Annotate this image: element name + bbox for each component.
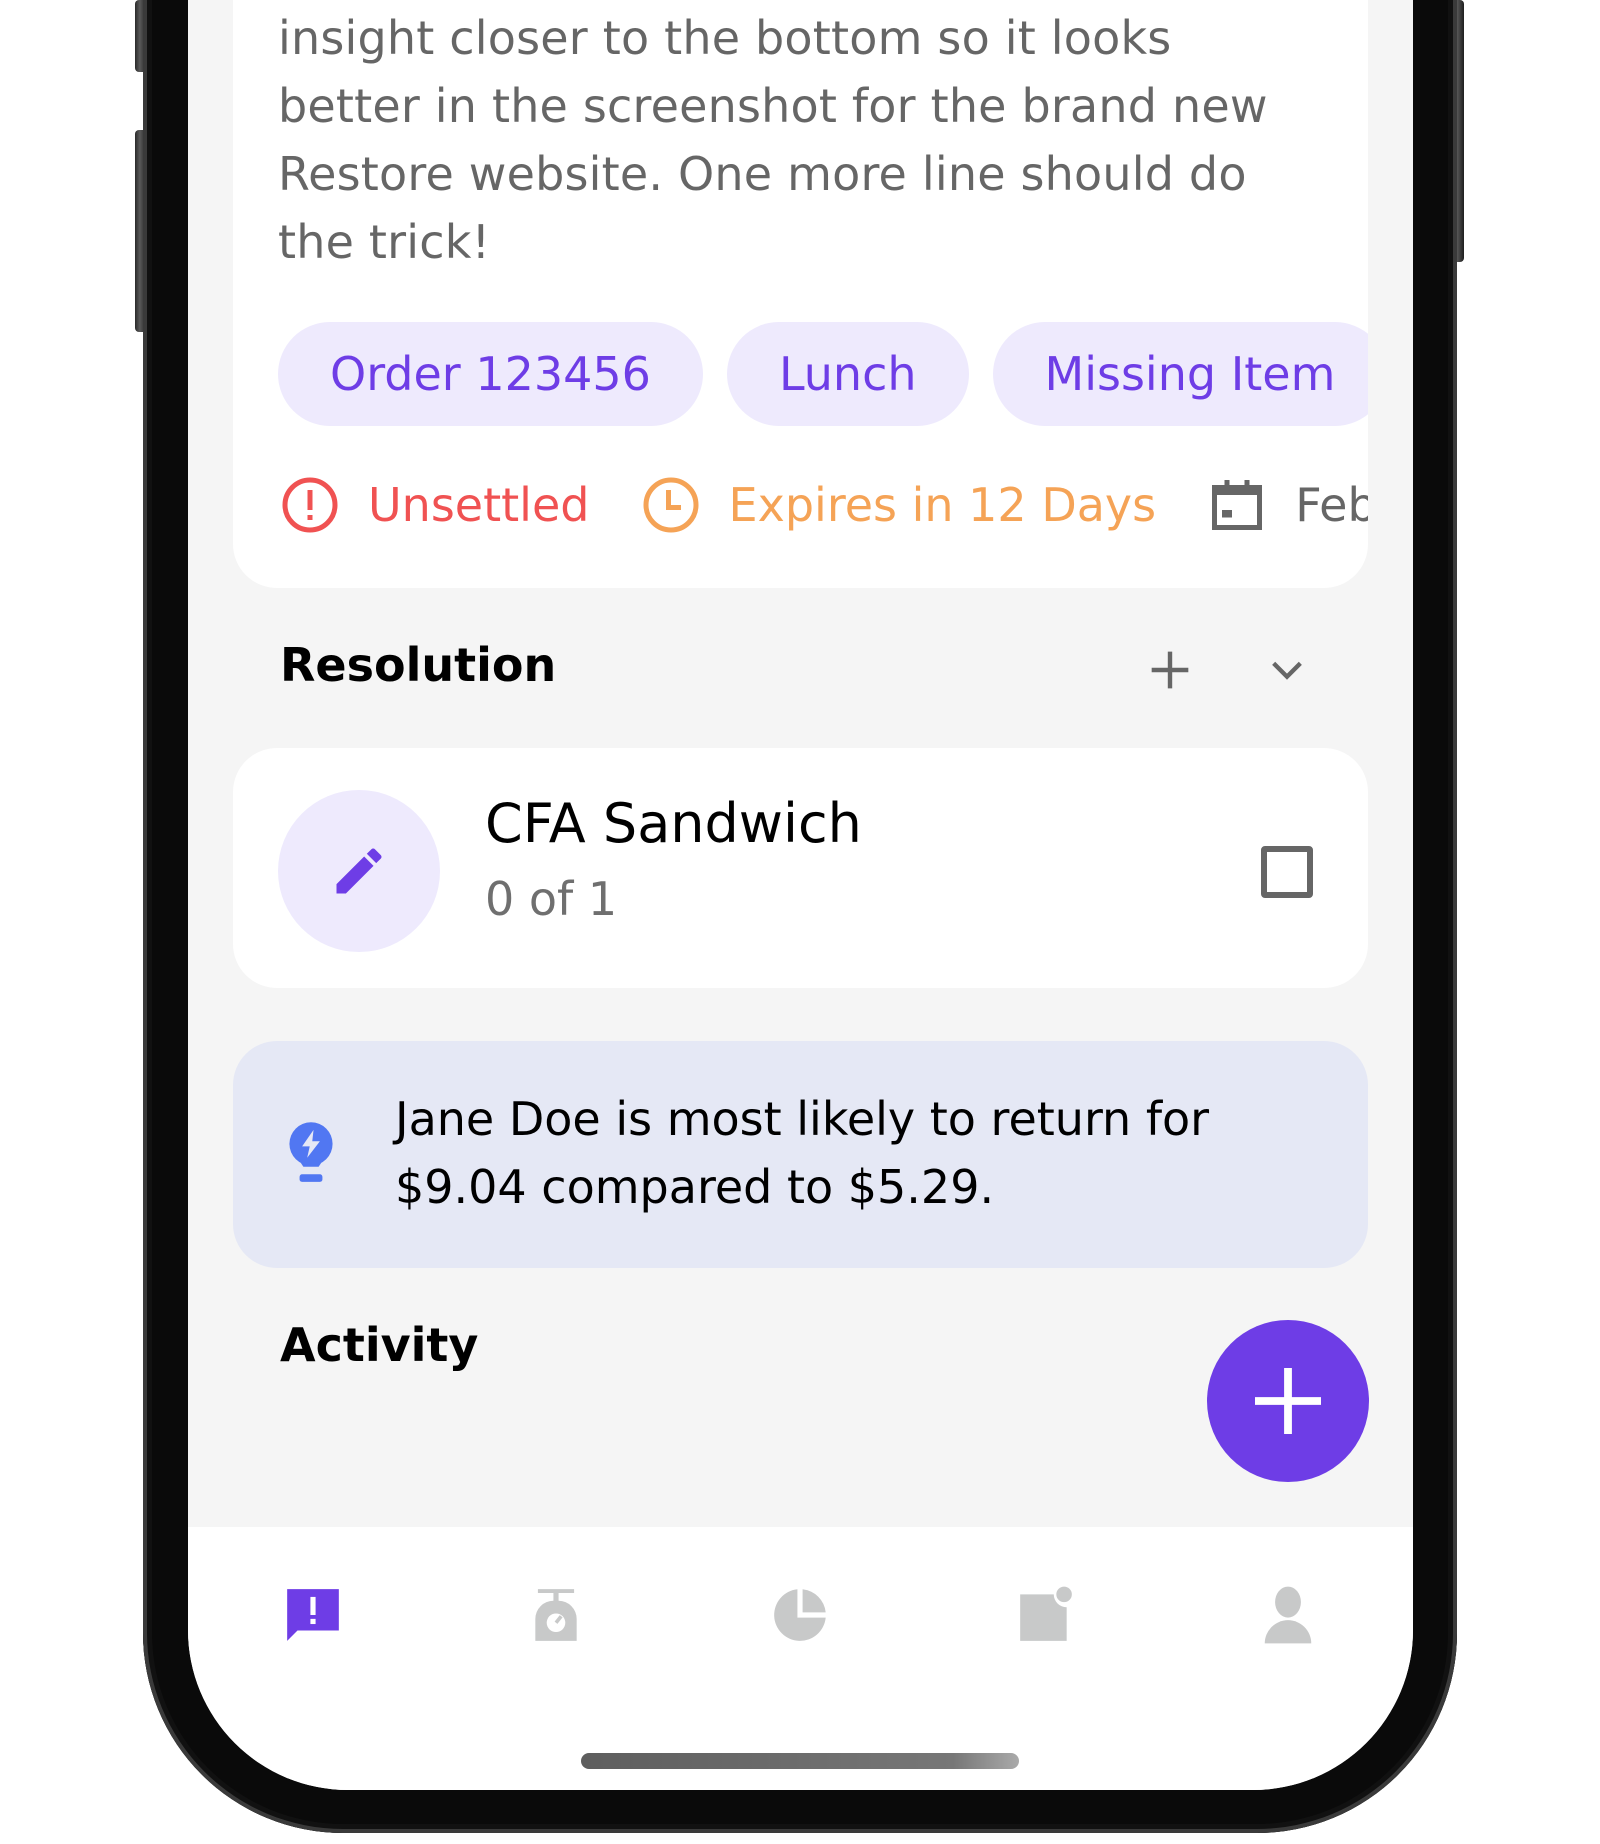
resolution-item[interactable]: CFA Sandwich 0 of 1 — [233, 748, 1368, 988]
status-expiry: Expires in 12 Days — [641, 470, 1157, 540]
calendar-icon — [1212, 480, 1263, 530]
plus-icon — [1255, 1368, 1321, 1434]
alert-circle-icon — [282, 477, 338, 533]
status-date: Feb — [1207, 470, 1368, 540]
activity-heading: Activity — [280, 1318, 479, 1372]
nav-item-reports[interactable] — [760, 1575, 840, 1655]
description-text: insight closer to the bottom so it looks… — [278, 11, 1268, 269]
add-resolution-button[interactable] — [1142, 642, 1198, 698]
pie-chart-icon — [774, 1589, 826, 1641]
insight-text: Jane Doe is most likely to return for $9… — [395, 1092, 1210, 1214]
status-row: Unsettled Expires in 12 Days Feb — [280, 470, 1368, 540]
nav-item-scale[interactable] — [516, 1575, 596, 1655]
collapse-resolution-button[interactable] — [1259, 642, 1315, 698]
person-icon — [1264, 1586, 1312, 1644]
status-unsettled: Unsettled — [280, 470, 589, 540]
tag-chip[interactable]: Order 123456 — [278, 322, 703, 426]
clock-icon — [643, 477, 699, 533]
lightbulb-bolt-icon — [289, 1122, 333, 1182]
description-card: insight closer to the bottom so it looks… — [233, 0, 1368, 588]
status-label: Feb — [1295, 478, 1368, 532]
app-screen: insight closer to the bottom so it looks… — [188, 0, 1413, 1790]
pencil-icon — [336, 848, 382, 894]
chat-alert-icon — [287, 1589, 339, 1641]
home-indicator[interactable] — [581, 1753, 1019, 1769]
status-label: Expires in 12 Days — [728, 478, 1157, 532]
chevron-down-icon — [1272, 661, 1302, 680]
tag-chip[interactable]: Missing Item — [992, 322, 1368, 426]
scale-icon — [535, 1589, 577, 1641]
resolution-item-title: CFA Sandwich — [485, 792, 862, 855]
resolution-item-avatar — [278, 790, 440, 952]
nav-item-issues[interactable] — [273, 1575, 353, 1655]
insight-card: Jane Doe is most likely to return for $9… — [233, 1041, 1368, 1268]
resolution-item-progress: 0 of 1 — [485, 872, 618, 926]
resolution-heading: Resolution — [280, 638, 557, 692]
bottom-nav — [188, 1527, 1413, 1790]
tag-chip[interactable]: Lunch — [726, 322, 969, 426]
nav-item-notes[interactable] — [1006, 1575, 1086, 1655]
plus-icon — [1151, 651, 1189, 689]
add-activity-fab[interactable] — [1207, 1320, 1369, 1482]
nav-item-profile[interactable] — [1248, 1575, 1328, 1655]
note-badge-icon — [1020, 1586, 1072, 1641]
status-label: Unsettled — [368, 478, 590, 532]
tag-list: Order 123456 Lunch Missing Item — [278, 322, 1368, 426]
resolution-item-checkbox[interactable] — [1261, 846, 1313, 898]
